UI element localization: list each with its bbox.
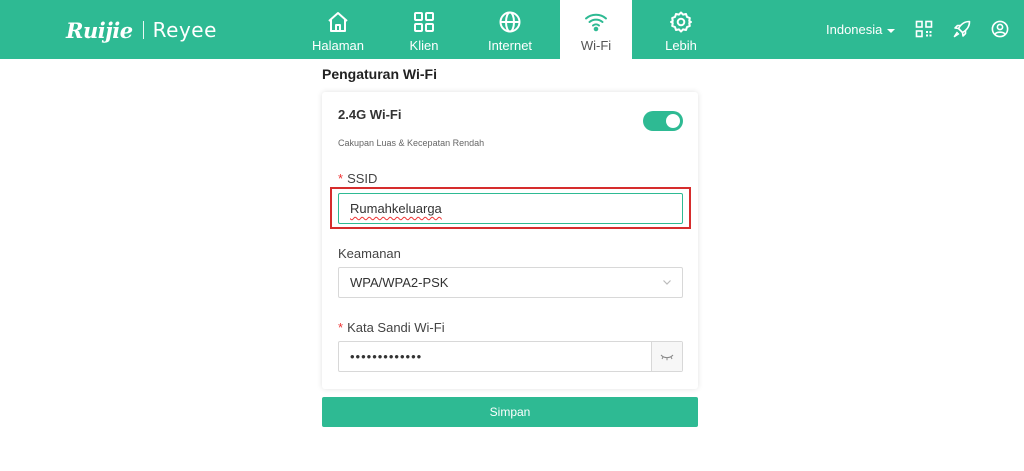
nav-label: Klien (409, 38, 439, 53)
nav-label: Lebih (665, 38, 697, 53)
user-account-icon[interactable] (991, 20, 1009, 38)
page-title: Pengaturan Wi-Fi (322, 66, 437, 82)
brand-logo: Ruijie Reyee (66, 17, 217, 43)
nav-item-lebih[interactable]: Lebih (645, 0, 717, 59)
ssid-value: Rumahkeluarga (350, 201, 442, 216)
eye-closed-icon (660, 354, 674, 360)
language-selector[interactable]: Indonesia (826, 22, 896, 37)
required-mark: * (338, 320, 344, 335)
chevron-down-icon (663, 280, 671, 285)
toggle-knob (666, 114, 680, 128)
show-password-button[interactable] (651, 342, 682, 371)
rocket-icon[interactable] (953, 20, 971, 38)
gear-icon (670, 11, 692, 33)
top-navigation-bar: Ruijie Reyee Halaman Klien Internet Wi-F… (0, 0, 1024, 59)
logo-reyee: Reyee (152, 18, 217, 42)
security-value: WPA/WPA2-PSK (350, 275, 449, 290)
ssid-label-text: SSID (347, 171, 378, 186)
globe-icon (499, 11, 521, 33)
ssid-label: * SSID (338, 171, 377, 186)
password-value: ••••••••••••• (350, 349, 423, 364)
logo-ruijie: Ruijie (66, 17, 133, 43)
save-button[interactable]: Simpan (322, 397, 698, 427)
language-label: Indonesia (826, 22, 883, 37)
grid-icon (414, 12, 434, 32)
password-label: * Kata Sandi Wi-Fi (338, 320, 445, 335)
home-icon (328, 12, 348, 32)
qr-code-icon[interactable] (915, 20, 933, 38)
band-subtitle: Cakupan Luas & Kecepatan Rendah (338, 138, 485, 148)
nav-label: Internet (487, 38, 533, 53)
required-mark: * (338, 171, 344, 186)
nav-label: Wi-Fi (580, 38, 612, 53)
nav-item-internet[interactable]: Internet (474, 0, 546, 59)
security-select[interactable]: WPA/WPA2-PSK (338, 267, 683, 298)
wifi-settings-card: 2.4G Wi-Fi Cakupan Luas & Kecepatan Rend… (322, 92, 698, 389)
nav-item-halaman[interactable]: Halaman (302, 0, 374, 59)
wifi-enable-toggle[interactable] (643, 111, 683, 131)
wifi-icon (585, 13, 607, 32)
ssid-input[interactable]: Rumahkeluarga (338, 193, 683, 224)
security-label: Keamanan (338, 246, 401, 261)
password-input[interactable]: ••••••••••••• (338, 341, 683, 372)
nav-label: Halaman (311, 38, 365, 53)
band-title: 2.4G Wi-Fi (338, 107, 402, 122)
nav-item-klien[interactable]: Klien (388, 0, 460, 59)
logo-divider (142, 21, 144, 39)
nav-item-wifi[interactable]: Wi-Fi (560, 0, 632, 59)
chevron-down-icon (887, 28, 896, 33)
password-label-text: Kata Sandi Wi-Fi (347, 320, 445, 335)
